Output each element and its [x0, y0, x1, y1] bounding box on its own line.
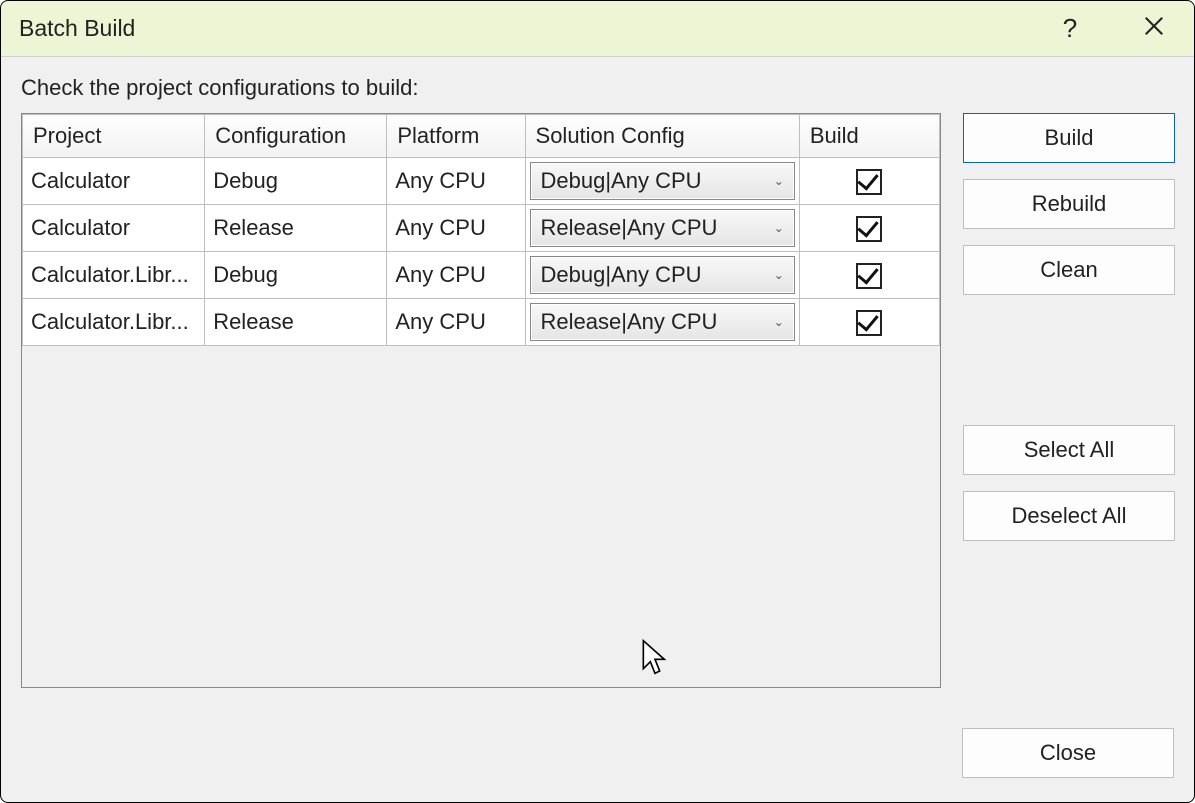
cell-platform: Any CPU — [387, 205, 525, 252]
solution-config-dropdown[interactable]: Debug|Any CPU⌄ — [530, 256, 795, 294]
build-checkbox[interactable] — [856, 169, 882, 195]
cell-configuration: Debug — [205, 158, 387, 205]
table-row[interactable]: CalculatorDebugAny CPUDebug|Any CPU⌄ — [23, 158, 940, 205]
deselect-all-label: Deselect All — [1012, 503, 1127, 529]
help-icon: ? — [1063, 13, 1077, 44]
dropdown-selected-text: Debug|Any CPU — [541, 262, 774, 288]
cell-project: Calculator — [23, 205, 205, 252]
chevron-down-icon: ⌄ — [774, 174, 784, 188]
chevron-down-icon: ⌄ — [774, 221, 784, 235]
help-button[interactable]: ? — [1048, 7, 1092, 51]
table-row[interactable]: Calculator.Libr...DebugAny CPUDebug|Any … — [23, 252, 940, 299]
rebuild-button-label: Rebuild — [1032, 191, 1107, 217]
config-table-container: Project Configuration Platform Solution … — [21, 113, 941, 688]
build-button[interactable]: Build — [963, 113, 1175, 163]
header-project[interactable]: Project — [23, 115, 205, 158]
table-row[interactable]: Calculator.Libr...ReleaseAny CPURelease|… — [23, 299, 940, 346]
cell-platform: Any CPU — [387, 252, 525, 299]
batch-build-dialog: Batch Build ? Check the project configur… — [0, 0, 1195, 803]
header-configuration[interactable]: Configuration — [205, 115, 387, 158]
close-button-row: Close — [962, 728, 1174, 778]
cell-configuration: Release — [205, 205, 387, 252]
close-button-label: Close — [1040, 740, 1096, 766]
cell-configuration: Debug — [205, 252, 387, 299]
cell-build-checkbox — [799, 299, 939, 346]
cell-platform: Any CPU — [387, 299, 525, 346]
cell-solution-config: Release|Any CPU⌄ — [525, 205, 799, 252]
cell-build-checkbox — [799, 205, 939, 252]
header-build[interactable]: Build — [799, 115, 939, 158]
cell-project: Calculator.Libr... — [23, 299, 205, 346]
table-header-row: Project Configuration Platform Solution … — [23, 115, 940, 158]
header-platform[interactable]: Platform — [387, 115, 525, 158]
solution-config-dropdown[interactable]: Release|Any CPU⌄ — [530, 303, 795, 341]
close-button[interactable]: Close — [962, 728, 1174, 778]
dialog-title: Batch Build — [19, 15, 1048, 42]
title-bar: Batch Build ? — [1, 1, 1194, 57]
cell-project: Calculator.Libr... — [23, 252, 205, 299]
cell-configuration: Release — [205, 299, 387, 346]
build-checkbox[interactable] — [856, 216, 882, 242]
close-icon — [1143, 13, 1165, 44]
solution-config-dropdown[interactable]: Debug|Any CPU⌄ — [530, 162, 795, 200]
cell-build-checkbox — [799, 158, 939, 205]
instruction-text: Check the project configurations to buil… — [21, 75, 1174, 101]
chevron-down-icon: ⌄ — [774, 268, 784, 282]
build-checkbox[interactable] — [856, 310, 882, 336]
cell-solution-config: Debug|Any CPU⌄ — [525, 252, 799, 299]
config-table: Project Configuration Platform Solution … — [22, 114, 940, 346]
rebuild-button[interactable]: Rebuild — [963, 179, 1175, 229]
cell-project: Calculator — [23, 158, 205, 205]
action-button-column: Build Rebuild Clean Select All Deselect … — [963, 113, 1175, 688]
build-button-label: Build — [1045, 125, 1094, 151]
window-close-button[interactable] — [1132, 7, 1176, 51]
clean-button-label: Clean — [1040, 257, 1097, 283]
cell-solution-config: Release|Any CPU⌄ — [525, 299, 799, 346]
dropdown-selected-text: Release|Any CPU — [541, 309, 774, 335]
dialog-content: Check the project configurations to buil… — [1, 57, 1194, 802]
chevron-down-icon: ⌄ — [774, 315, 784, 329]
cell-build-checkbox — [799, 252, 939, 299]
dropdown-selected-text: Release|Any CPU — [541, 215, 774, 241]
build-checkbox[interactable] — [856, 263, 882, 289]
table-row[interactable]: CalculatorReleaseAny CPURelease|Any CPU⌄ — [23, 205, 940, 252]
header-solution-config[interactable]: Solution Config — [525, 115, 799, 158]
select-all-button[interactable]: Select All — [963, 425, 1175, 475]
solution-config-dropdown[interactable]: Release|Any CPU⌄ — [530, 209, 795, 247]
main-area: Project Configuration Platform Solution … — [21, 113, 1174, 688]
cell-platform: Any CPU — [387, 158, 525, 205]
cell-solution-config: Debug|Any CPU⌄ — [525, 158, 799, 205]
select-all-label: Select All — [1024, 437, 1115, 463]
deselect-all-button[interactable]: Deselect All — [963, 491, 1175, 541]
clean-button[interactable]: Clean — [963, 245, 1175, 295]
dropdown-selected-text: Debug|Any CPU — [541, 168, 774, 194]
